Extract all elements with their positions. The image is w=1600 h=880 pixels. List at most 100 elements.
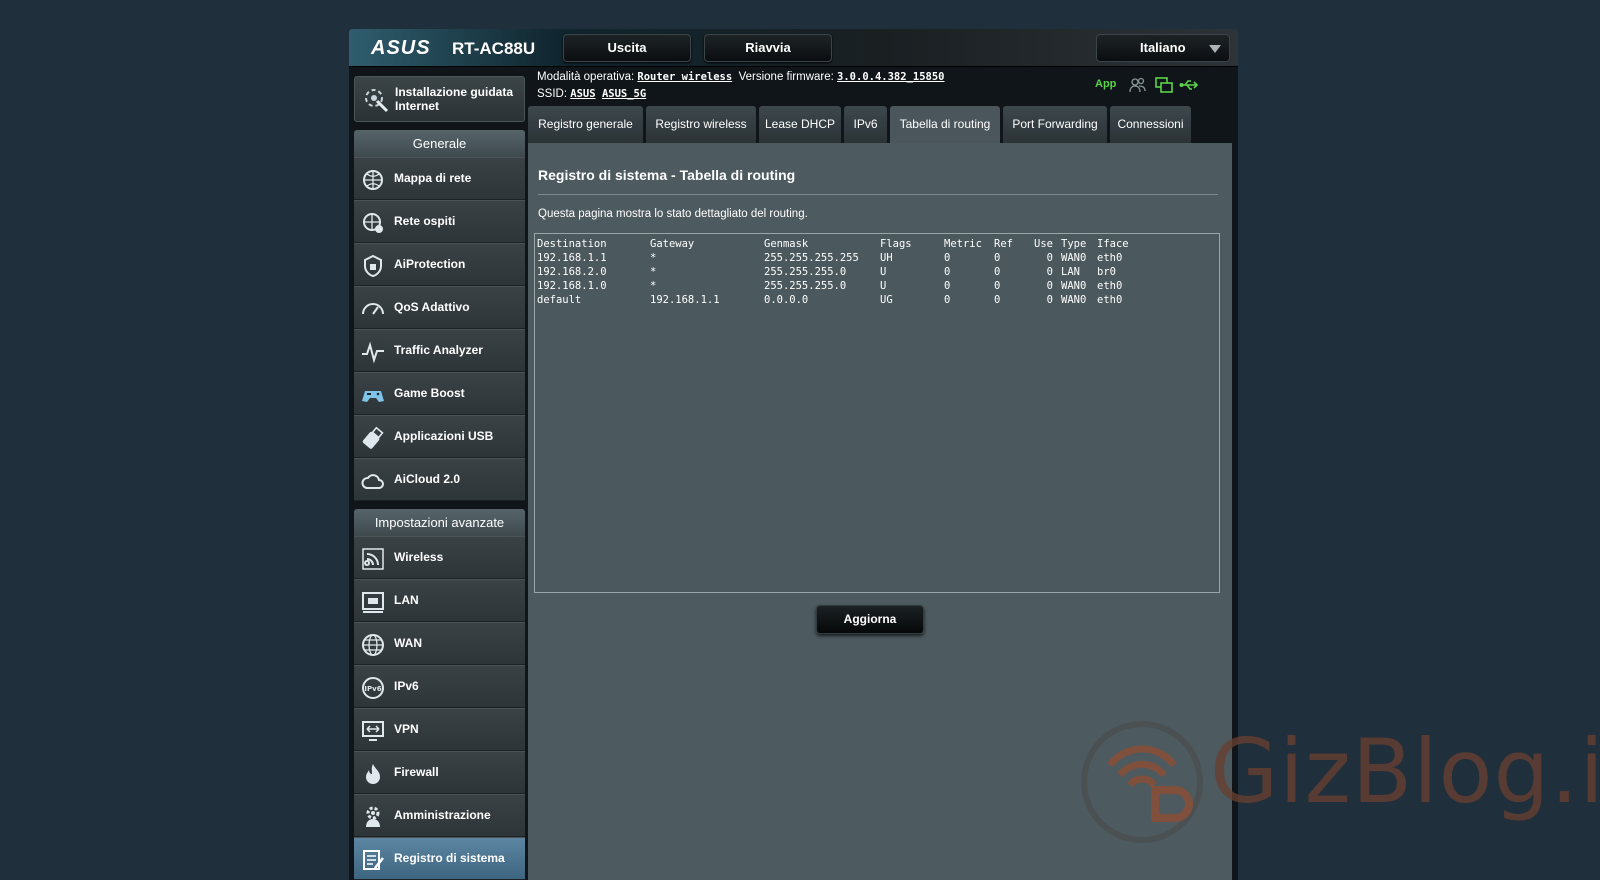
- sidebar-item-game-boost[interactable]: Game Boost: [354, 372, 525, 415]
- gamepad-icon: [362, 391, 384, 402]
- tab-ipv6[interactable]: IPv6: [844, 106, 887, 143]
- ipv6-icon: IPv6: [362, 677, 384, 699]
- advanced-section-title: Impostazioni avanzate: [354, 509, 525, 536]
- cell-flags: U: [880, 266, 887, 278]
- table-row: 192.168.1.1 * 255.255.255.255 UH 0 0 0 W…: [537, 251, 1217, 265]
- sidebar-item-wan[interactable]: WAN: [354, 622, 525, 665]
- cell-gateway: *: [650, 280, 657, 292]
- sidebar-item-traffic-analyzer[interactable]: Traffic Analyzer: [354, 329, 525, 372]
- cell-type: WAN0: [1061, 252, 1087, 264]
- tab-general-log[interactable]: Registro generale: [528, 106, 643, 143]
- quick-setup-label: Installazione guidata Internet: [395, 85, 514, 113]
- table-row: default 192.168.1.1 0.0.0.0 UG 0 0 0 WAN…: [537, 293, 1217, 307]
- page-title: Registro di sistema - Tabella di routing: [538, 167, 796, 183]
- cell-use: 0: [1046, 266, 1053, 278]
- sidebar-item-administration[interactable]: Amministrazione: [354, 794, 525, 837]
- table-row: 192.168.2.0 * 255.255.255.0 U 0 0 0 LAN …: [537, 265, 1217, 279]
- cell-type: WAN0: [1061, 280, 1087, 292]
- sidebar-item-label: Traffic Analyzer: [394, 343, 483, 357]
- sidebar-item-wireless[interactable]: Wireless: [354, 536, 525, 579]
- cell-gateway: *: [650, 266, 657, 278]
- refresh-button[interactable]: Aggiorna: [816, 605, 924, 634]
- sidebar-item-usb-apps[interactable]: Applicazioni USB: [354, 415, 525, 458]
- header-genmask: Genmask: [764, 238, 809, 250]
- header-iface: Iface: [1097, 238, 1129, 250]
- vpn-icon: [362, 721, 384, 741]
- tab-connections[interactable]: Connessioni: [1110, 106, 1191, 143]
- clients-icon[interactable]: [1129, 77, 1147, 93]
- op-mode-link[interactable]: Router wireless: [637, 71, 732, 83]
- firmware-link[interactable]: 3.0.0.4.382_15850: [837, 71, 944, 83]
- cell-iface: br0: [1097, 266, 1116, 278]
- header-metric: Metric: [944, 238, 982, 250]
- asus-logo: ASUS: [371, 37, 431, 59]
- sidebar-item-label: QoS Adattivo: [394, 300, 470, 314]
- cell-flags: UG: [880, 294, 893, 306]
- cell-use: 0: [1046, 280, 1053, 292]
- cell-destination: 192.168.2.0: [537, 266, 607, 278]
- cell-flags: U: [880, 280, 887, 292]
- title-divider: [538, 194, 1218, 195]
- sidebar-item-ipv6[interactable]: IPv6 IPv6: [354, 665, 525, 708]
- quick-internet-setup-button[interactable]: Installazione guidata Internet: [354, 76, 525, 122]
- cell-iface: eth0: [1097, 294, 1123, 306]
- tab-dhcp-leases[interactable]: Lease DHCP: [759, 106, 841, 143]
- sidebar-item-aicloud[interactable]: AiCloud 2.0: [354, 458, 525, 501]
- network-map-icon: [363, 170, 383, 190]
- cell-genmask: 255.255.255.0: [764, 280, 847, 292]
- sidebar-item-label: IPv6: [394, 679, 419, 693]
- firewall-icon: [366, 764, 380, 784]
- router-model: RT-AC88U: [452, 39, 536, 58]
- traffic-analyzer-icon: [362, 341, 384, 364]
- wan-globe-icon: [362, 634, 384, 656]
- sidebar-item-firewall[interactable]: Firewall: [354, 751, 525, 794]
- logout-button[interactable]: Uscita: [563, 34, 691, 62]
- routing-table-textarea[interactable]: Destination Gateway Genmask Flags Metric…: [534, 233, 1220, 593]
- wireless-icon: [362, 548, 384, 570]
- sidebar-item-label: Amministrazione: [394, 808, 491, 822]
- general-section-title: Generale: [354, 130, 525, 157]
- cell-iface: eth0: [1097, 252, 1123, 264]
- header-ref: Ref: [994, 238, 1013, 250]
- sidebar-item-guest-network[interactable]: Rete ospiti: [354, 200, 525, 243]
- header-use: Use: [1034, 238, 1053, 250]
- table-row: 192.168.1.0 * 255.255.255.0 U 0 0 0 WAN0…: [537, 279, 1217, 293]
- cell-genmask: 0.0.0.0: [764, 294, 809, 306]
- cell-metric: 0: [944, 252, 951, 264]
- sidebar-item-label: Mappa di rete: [394, 171, 472, 185]
- cell-ref: 0: [994, 266, 1001, 278]
- cell-metric: 0: [944, 280, 951, 292]
- guest-network-icon: [363, 213, 383, 233]
- sidebar-item-label: Wireless: [394, 550, 444, 564]
- sidebar-item-system-log[interactable]: Registro di sistema: [354, 837, 525, 880]
- cell-type: LAN: [1061, 266, 1080, 278]
- cell-iface: eth0: [1097, 280, 1123, 292]
- sidebar-item-label: Applicazioni USB: [394, 429, 494, 443]
- sidebar-item-qos[interactable]: QoS Adattivo: [354, 286, 525, 329]
- network-status-icon[interactable]: [1155, 77, 1173, 93]
- tab-wireless-log[interactable]: Registro wireless: [646, 106, 756, 143]
- usb-status-icon[interactable]: [1179, 78, 1199, 92]
- reboot-button[interactable]: Riavvia: [704, 34, 832, 62]
- sidebar-item-lan[interactable]: LAN: [354, 579, 525, 622]
- sidebar-item-label: AiCloud 2.0: [394, 472, 461, 486]
- tab-routing-table[interactable]: Tabella di routing: [890, 106, 1000, 143]
- sidebar-item-label: VPN: [394, 722, 419, 736]
- sidebar-item-label: AiProtection: [394, 257, 466, 271]
- language-select[interactable]: Italiano: [1096, 34, 1230, 62]
- watermark: GizBlog.it: [1080, 720, 1600, 850]
- sidebar-item-network-map[interactable]: Mappa di rete: [354, 157, 525, 200]
- sidebar-item-aiprotection[interactable]: AiProtection: [354, 243, 525, 286]
- ssid-2g-link[interactable]: ASUS: [570, 88, 595, 100]
- app-link[interactable]: App: [1095, 78, 1116, 90]
- top-bar: ASUS RT-AC88U Uscita Riavvia Italiano: [349, 29, 1238, 67]
- sidebar-item-vpn[interactable]: VPN: [354, 708, 525, 751]
- cell-ref: 0: [994, 280, 1001, 292]
- tab-port-forwarding[interactable]: Port Forwarding: [1003, 106, 1107, 143]
- cell-genmask: 255.255.255.0: [764, 266, 847, 278]
- ssid-5g-link[interactable]: ASUS_5G: [602, 88, 646, 100]
- cell-metric: 0: [944, 266, 951, 278]
- cell-destination: default: [537, 294, 582, 306]
- header-gateway: Gateway: [650, 238, 695, 250]
- sidebar-item-label: Rete ospiti: [394, 214, 456, 228]
